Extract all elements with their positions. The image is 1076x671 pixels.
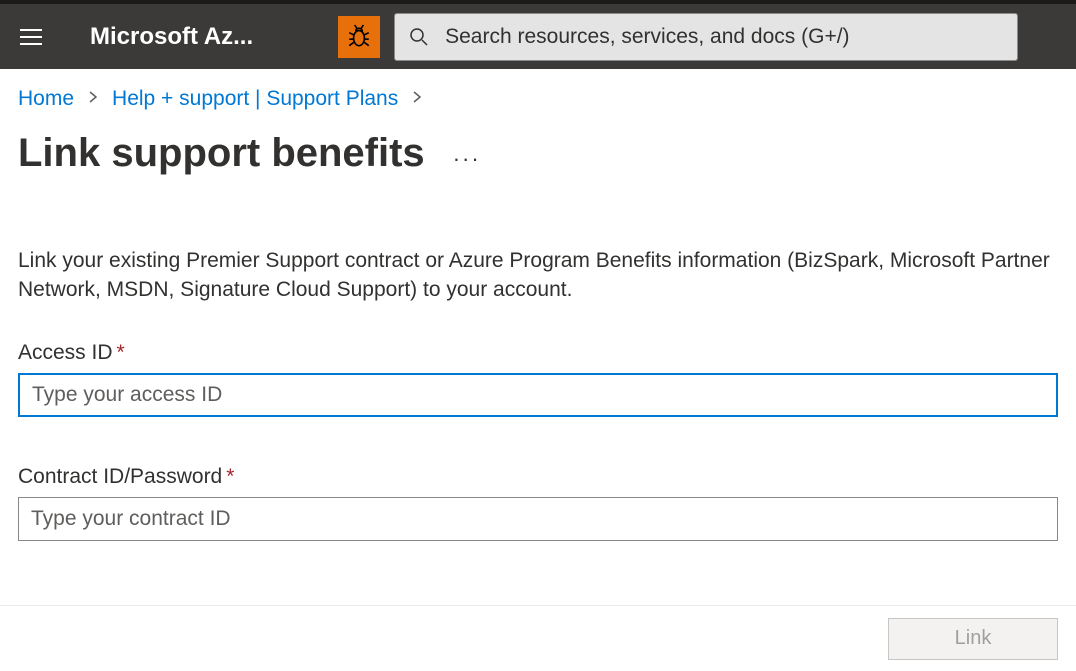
chevron-right-icon xyxy=(412,90,422,109)
menu-button[interactable] xyxy=(10,16,52,58)
bug-icon xyxy=(346,24,372,50)
search-input[interactable] xyxy=(445,25,1003,49)
contract-id-label: Contract ID/Password* xyxy=(18,465,1058,489)
form-group-access-id: Access ID* xyxy=(18,341,1058,417)
access-id-label: Access ID* xyxy=(18,341,1058,365)
required-indicator: * xyxy=(117,341,125,364)
more-button[interactable]: ··· xyxy=(453,136,481,172)
hamburger-icon xyxy=(20,28,42,46)
breadcrumb-help-support[interactable]: Help + support | Support Plans xyxy=(112,87,398,111)
bug-button[interactable] xyxy=(338,16,380,58)
brand-label[interactable]: Microsoft Az... xyxy=(90,23,253,51)
required-indicator: * xyxy=(226,465,234,488)
link-button[interactable]: Link xyxy=(888,618,1058,660)
page-description: Link your existing Premier Support contr… xyxy=(18,246,1058,305)
footer: Link xyxy=(0,605,1076,671)
breadcrumb: Home Help + support | Support Plans xyxy=(18,87,1058,111)
page-title-row: Link support benefits ··· xyxy=(18,131,1058,176)
form-group-contract-id: Contract ID/Password* xyxy=(18,465,1058,541)
access-id-label-text: Access ID xyxy=(18,341,113,364)
page-title: Link support benefits xyxy=(18,131,425,176)
search-box[interactable] xyxy=(394,13,1018,61)
contract-id-label-text: Contract ID/Password xyxy=(18,465,222,488)
content: Home Help + support | Support Plans Link… xyxy=(0,69,1076,541)
access-id-input[interactable] xyxy=(18,373,1058,417)
breadcrumb-home[interactable]: Home xyxy=(18,87,74,111)
chevron-right-icon xyxy=(88,90,98,109)
search-icon xyxy=(409,27,429,47)
header: Microsoft Az... xyxy=(0,4,1076,69)
contract-id-input[interactable] xyxy=(18,497,1058,541)
